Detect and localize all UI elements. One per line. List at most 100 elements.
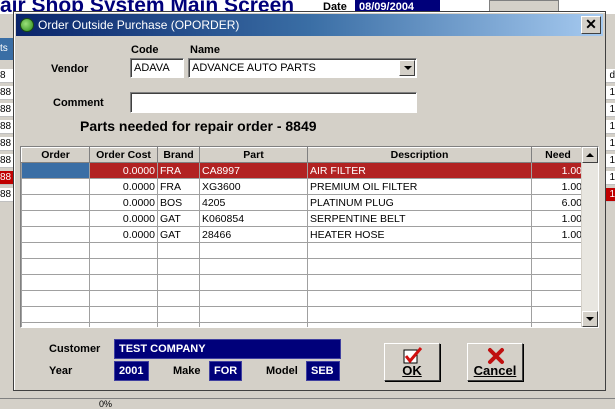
comment-input[interactable] xyxy=(130,92,417,113)
empty-cell[interactable] xyxy=(21,258,90,275)
order-cell[interactable] xyxy=(21,162,90,179)
brand-cell[interactable]: BOS xyxy=(157,194,200,211)
empty-cell[interactable] xyxy=(531,306,585,323)
brand-cell[interactable]: GAT xyxy=(157,210,200,227)
col-header-part[interactable]: Part xyxy=(199,147,308,163)
empty-cell[interactable] xyxy=(89,274,158,291)
table-row-empty[interactable] xyxy=(21,274,585,291)
vendor-code-input[interactable]: ADAVA xyxy=(130,58,184,78)
empty-cell[interactable] xyxy=(531,274,585,291)
col-header-need[interactable]: Need xyxy=(531,147,585,163)
brand-cell[interactable]: GAT xyxy=(157,226,200,243)
order-cost-cell[interactable]: 0.0000 xyxy=(89,178,158,195)
table-row-empty[interactable] xyxy=(21,322,585,327)
chevron-down-icon[interactable] xyxy=(399,60,415,76)
need-cell[interactable]: 6.00 xyxy=(531,194,585,211)
empty-cell[interactable] xyxy=(21,274,90,291)
empty-cell[interactable] xyxy=(157,274,200,291)
close-button[interactable]: ✕ xyxy=(581,16,601,34)
empty-cell[interactable] xyxy=(21,306,90,323)
empty-cell[interactable] xyxy=(89,258,158,275)
scroll-down-icon[interactable] xyxy=(582,311,598,327)
need-cell[interactable]: 1.00 xyxy=(531,162,585,179)
comment-label: Comment xyxy=(53,97,104,109)
background-row-fragment: 88 xyxy=(0,171,14,185)
order-cost-cell[interactable]: 0.0000 xyxy=(89,210,158,227)
empty-cell[interactable] xyxy=(21,290,90,307)
dialog-titlebar[interactable]: Order Outside Purchase (OPORDER) ✕ xyxy=(16,14,603,36)
empty-cell[interactable] xyxy=(531,242,585,259)
empty-cell[interactable] xyxy=(199,258,308,275)
part-cell[interactable]: 4205 xyxy=(199,194,308,211)
brand-cell[interactable]: FRA xyxy=(157,162,200,179)
empty-cell[interactable] xyxy=(307,258,532,275)
empty-cell[interactable] xyxy=(89,306,158,323)
scroll-up-icon[interactable] xyxy=(582,147,598,163)
empty-cell[interactable] xyxy=(157,322,200,327)
empty-cell[interactable] xyxy=(531,322,585,327)
description-cell[interactable]: HEATER HOSE xyxy=(307,226,532,243)
part-cell[interactable]: 28466 xyxy=(199,226,308,243)
empty-cell[interactable] xyxy=(307,322,532,327)
description-cell[interactable]: PLATINUM PLUG xyxy=(307,194,532,211)
empty-cell[interactable] xyxy=(531,290,585,307)
table-row-empty[interactable] xyxy=(21,258,585,275)
empty-cell[interactable] xyxy=(307,274,532,291)
cancel-button[interactable]: Cancel xyxy=(467,343,523,381)
table-row[interactable]: 0.0000 BOS 4205 PLATINUM PLUG 6.00 xyxy=(21,194,585,211)
table-row-empty[interactable] xyxy=(21,242,585,259)
empty-cell[interactable] xyxy=(307,306,532,323)
empty-cell[interactable] xyxy=(531,258,585,275)
order-cost-cell[interactable]: 0.0000 xyxy=(89,194,158,211)
col-header-order[interactable]: Order xyxy=(21,147,90,163)
empty-cell[interactable] xyxy=(157,306,200,323)
order-cell[interactable] xyxy=(21,178,90,195)
empty-cell[interactable] xyxy=(199,322,308,327)
table-row[interactable]: 0.0000 GAT K060854 SERPENTINE BELT 1.00 xyxy=(21,210,585,227)
empty-cell[interactable] xyxy=(89,322,158,327)
table-row-empty[interactable] xyxy=(21,306,585,323)
description-cell[interactable]: AIR FILTER xyxy=(307,162,532,179)
need-cell[interactable]: 1.00 xyxy=(531,178,585,195)
description-cell[interactable]: PREMIUM OIL FILTER xyxy=(307,178,532,195)
description-cell[interactable]: SERPENTINE BELT xyxy=(307,210,532,227)
empty-cell[interactable] xyxy=(199,242,308,259)
table-row[interactable]: 0.0000 GAT 28466 HEATER HOSE 1.00 xyxy=(21,226,585,243)
part-cell[interactable]: XG3600 xyxy=(199,178,308,195)
background-row-fragment: 88 xyxy=(0,188,14,202)
brand-cell[interactable]: FRA xyxy=(157,178,200,195)
background-left-tab[interactable]: ts xyxy=(0,38,14,60)
empty-cell[interactable] xyxy=(199,290,308,307)
order-cell[interactable] xyxy=(21,210,90,227)
empty-cell[interactable] xyxy=(21,242,90,259)
order-cell[interactable] xyxy=(21,226,90,243)
order-cell[interactable] xyxy=(21,194,90,211)
ok-button[interactable]: OK xyxy=(384,343,440,381)
empty-cell[interactable] xyxy=(157,258,200,275)
table-row[interactable]: 0.0000 FRA CA8997 AIR FILTER 1.00 xyxy=(21,162,585,179)
order-cost-cell[interactable]: 0.0000 xyxy=(89,226,158,243)
col-header-description[interactable]: Description xyxy=(307,147,532,163)
empty-cell[interactable] xyxy=(157,290,200,307)
empty-cell[interactable] xyxy=(307,290,532,307)
empty-cell[interactable] xyxy=(21,322,90,327)
col-header-order-cost[interactable]: Order Cost xyxy=(89,147,158,163)
table-row-empty[interactable] xyxy=(21,290,585,307)
vendor-name-select[interactable]: ADVANCE AUTO PARTS xyxy=(188,58,417,78)
empty-cell[interactable] xyxy=(307,242,532,259)
part-cell[interactable]: CA8997 xyxy=(199,162,308,179)
empty-cell[interactable] xyxy=(89,290,158,307)
parts-table: Order Order Cost Brand Part Description … xyxy=(21,147,585,327)
need-cell[interactable]: 1.00 xyxy=(531,210,585,227)
empty-cell[interactable] xyxy=(199,306,308,323)
empty-cell[interactable] xyxy=(89,242,158,259)
part-cell[interactable]: K060854 xyxy=(199,210,308,227)
col-header-brand[interactable]: Brand xyxy=(157,147,200,163)
empty-cell[interactable] xyxy=(199,274,308,291)
need-cell[interactable]: 1.00 xyxy=(531,226,585,243)
dialog-title: Order Outside Purchase (OPORDER) xyxy=(38,18,240,32)
order-cost-cell[interactable]: 0.0000 xyxy=(89,162,158,179)
empty-cell[interactable] xyxy=(157,242,200,259)
table-row[interactable]: 0.0000 FRA XG3600 PREMIUM OIL FILTER 1.0… xyxy=(21,178,585,195)
grid-vertical-scrollbar[interactable] xyxy=(581,147,598,327)
